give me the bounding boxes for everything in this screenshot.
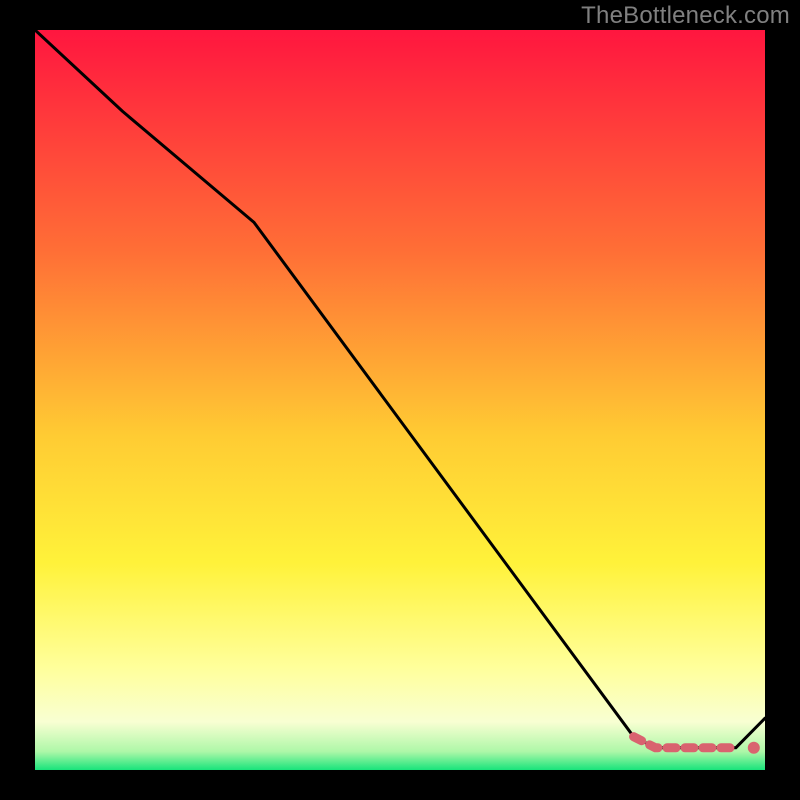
watermark-text: TheBottleneck.com: [581, 2, 790, 30]
chart-svg: [35, 30, 765, 770]
gradient-rect: [35, 30, 765, 770]
plot-area: [35, 30, 765, 770]
chart-frame: TheBottleneck.com: [0, 0, 800, 800]
marker-end-dot: [748, 742, 760, 754]
